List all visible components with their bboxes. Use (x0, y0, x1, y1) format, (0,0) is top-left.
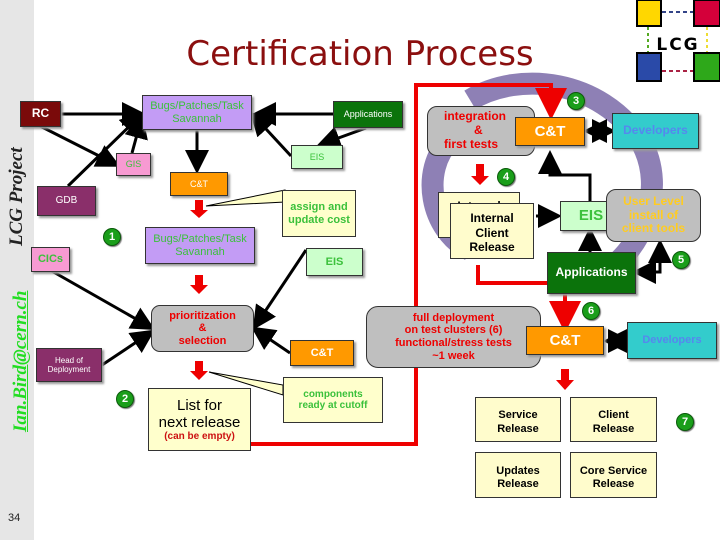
cics-label: CICs (37, 253, 64, 266)
step-2-badge: 2 (116, 390, 134, 408)
internal-line1: Internal (470, 211, 514, 226)
step-5-number: 5 (677, 254, 685, 266)
step-1-badge: 1 (103, 228, 121, 246)
internal-client-release-doc: Internal Client Release (450, 203, 534, 259)
updates-release-line2: Release (497, 478, 539, 490)
components-cutoff-note: components ready at cutoff (283, 377, 383, 423)
developers-bottom-label: Developers (642, 334, 702, 347)
integration-line2: & (474, 123, 483, 138)
head-of-deployment-box: Head of Deployment (36, 348, 102, 382)
savannah-top-line2: Savannah (172, 112, 222, 125)
applications-small-label: Applications (343, 109, 393, 120)
ct-mid-box: C&T (290, 340, 354, 366)
integration-line3: first tests (444, 136, 499, 151)
client-release-line2: Release (592, 422, 635, 435)
eis-small-box: EIS (291, 145, 343, 169)
step-4-number: 4 (502, 171, 510, 183)
assign-cost-note: assign and update cost (282, 190, 356, 237)
core-service-release-doc: Core Service Release (570, 452, 657, 498)
step-6-number: 6 (587, 305, 595, 317)
ct-top-label: C&T (534, 122, 566, 140)
step-3-badge: 3 (567, 92, 585, 110)
assign-note-line1: assign and (290, 200, 348, 213)
savannah-mid-line2: Savannah (175, 245, 225, 258)
step-4-badge: 4 (497, 168, 515, 186)
applications-small-box: Applications (333, 101, 403, 128)
client-release-line1: Client (598, 409, 629, 422)
full-deploy-line2: on test clusters (6) (404, 324, 503, 337)
integration-line1: integration (444, 109, 506, 124)
prioritization-line2: & (198, 322, 207, 335)
step-3-number: 3 (572, 95, 580, 107)
eis-small-label: EIS (309, 151, 325, 162)
user-level-install-box: User Level install of client tools (606, 189, 701, 242)
step-1-number: 1 (108, 231, 116, 243)
ct-top-box: C&T (515, 117, 585, 146)
list-line1: List for (176, 396, 222, 414)
ct-small-label: C&T (190, 178, 208, 189)
list-line3: (can be empty) (164, 431, 235, 442)
full-deploy-line4: ~1 week (432, 349, 475, 362)
ct-small-box: C&T (170, 172, 228, 196)
core-release-line1: Core Service (579, 464, 648, 477)
user-level-line1: User Level (623, 193, 684, 208)
internal-line2: Client (475, 225, 509, 240)
prioritization-box: prioritization & selection (151, 305, 254, 352)
eis-right-label: EIS (578, 207, 604, 225)
service-release-line1: Service (498, 409, 538, 422)
ct-mid-label: C&T (310, 346, 334, 359)
ct-bottom-label: C&T (549, 331, 581, 349)
applications-label: Applications (555, 265, 628, 280)
ct-bottom-box: C&T (526, 326, 604, 355)
gis-label: GIS (125, 159, 142, 170)
savannah-top-box: Bugs/Patches/Task Savannah (142, 95, 252, 130)
updates-release-doc: Updates Release (475, 452, 561, 498)
user-level-line2: install of (628, 207, 679, 222)
eis-mid-label: EIS (325, 255, 344, 268)
savannah-mid-box: Bugs/Patches/Task Savannah (145, 227, 255, 264)
full-deploy-line3: functional/stress tests (395, 337, 512, 349)
prioritization-line3: selection (178, 334, 227, 347)
head-of-deployment-line2: Deployment (47, 365, 91, 374)
core-release-line2: Release (592, 478, 635, 490)
step-2-number: 2 (121, 393, 129, 405)
updates-release-line1: Updates (496, 464, 540, 477)
full-deploy-line1: full deployment (412, 311, 495, 324)
rc-box: RC (20, 101, 61, 127)
developers-top-box: Developers (612, 113, 699, 149)
components-line1: components (303, 388, 363, 400)
service-release-line2: Release (497, 422, 539, 435)
savannah-mid-line1: Bugs/Patches/Task (153, 232, 247, 245)
list-line2: next release (158, 413, 241, 431)
head-of-deployment-line1: Head of (54, 355, 84, 365)
step-7-badge: 7 (676, 413, 694, 431)
step-5-badge: 5 (672, 251, 690, 269)
next-release-list-note: List for next release (can be empty) (148, 388, 251, 451)
components-line2: ready at cutoff (298, 400, 368, 411)
gis-box: GIS (116, 153, 151, 176)
user-level-line3: client tools (621, 221, 686, 236)
eis-mid-box: EIS (306, 248, 363, 276)
client-release-doc: Client Release (570, 397, 657, 442)
savannah-top-line1: Bugs/Patches/Task (150, 99, 244, 112)
gdb-box: GDB (37, 186, 96, 216)
rc-label: RC (31, 106, 50, 121)
assign-note-line2: update cost (288, 213, 350, 226)
applications-box: Applications (547, 252, 636, 294)
full-deployment-box: full deployment on test clusters (6) fun… (366, 306, 541, 368)
gdb-label: GDB (55, 195, 78, 207)
internal-line3: Release (469, 240, 515, 255)
step-6-badge: 6 (582, 302, 600, 320)
step-7-number: 7 (681, 416, 689, 428)
prioritization-line1: prioritization (169, 309, 236, 322)
service-release-doc: Service Release (475, 397, 561, 442)
cics-box: CICs (31, 247, 70, 272)
developers-top-label: Developers (623, 123, 688, 138)
developers-bottom-box: Developers (627, 322, 717, 359)
